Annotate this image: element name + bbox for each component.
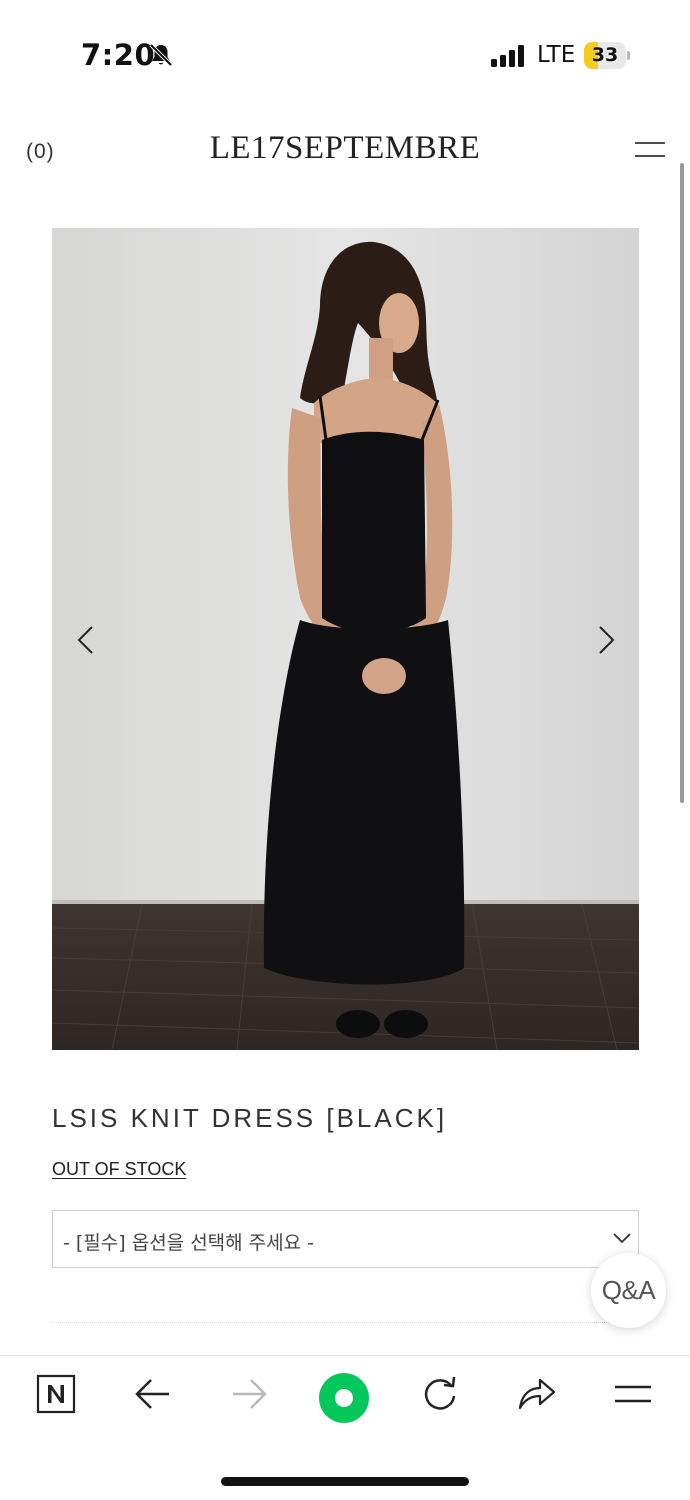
page-scrollbar[interactable]: [680, 163, 684, 803]
naver-home-button[interactable]: [26, 1374, 86, 1424]
hamburger-menu-icon: [615, 1385, 651, 1403]
option-select[interactable]: - [필수] 옵션을 선택해 주세요 -: [52, 1210, 639, 1268]
battery-level: 33: [591, 44, 619, 66]
hamburger-menu-button[interactable]: [603, 1374, 663, 1424]
reload-button[interactable]: [410, 1374, 470, 1424]
back-button[interactable]: [123, 1374, 183, 1424]
chevron-down-icon: [613, 1233, 631, 1244]
green-dot-icon: [319, 1373, 369, 1423]
section-divider: [52, 1322, 639, 1323]
reload-icon: [424, 1376, 456, 1410]
naver-home-icon: [36, 1374, 76, 1414]
product-title: LSIS KNIT DRESS [BLACK]: [52, 1103, 448, 1133]
battery-icon: 33: [584, 42, 630, 69]
signal-icon: [491, 45, 524, 67]
green-dot-button[interactable]: [314, 1372, 374, 1423]
forward-button[interactable]: [219, 1374, 279, 1424]
share-icon: [518, 1378, 556, 1410]
option-select-placeholder: - [필수] 옵션을 선택해 주세요 -: [63, 1232, 315, 1254]
network-label: LTE: [537, 42, 576, 68]
bell-slash-icon: [149, 43, 173, 67]
chevron-right-icon[interactable]: [594, 624, 618, 656]
home-indicator[interactable]: [221, 1477, 469, 1486]
product-image[interactable]: [52, 228, 639, 1050]
stock-status[interactable]: OUT OF STOCK: [52, 1159, 186, 1180]
brand-logo[interactable]: LE17SEPTEMBRE: [0, 130, 690, 167]
chevron-left-icon[interactable]: [74, 624, 98, 656]
qa-button[interactable]: Q&A: [591, 1253, 666, 1328]
forward-arrow-icon: [233, 1379, 267, 1409]
menu-icon[interactable]: [634, 140, 666, 160]
status-bar: 7:20 LTE 33: [0, 0, 690, 100]
product-photo: [52, 228, 639, 1050]
back-arrow-icon: [135, 1379, 169, 1409]
share-button[interactable]: [507, 1374, 567, 1424]
status-time: 7:20: [81, 38, 156, 72]
